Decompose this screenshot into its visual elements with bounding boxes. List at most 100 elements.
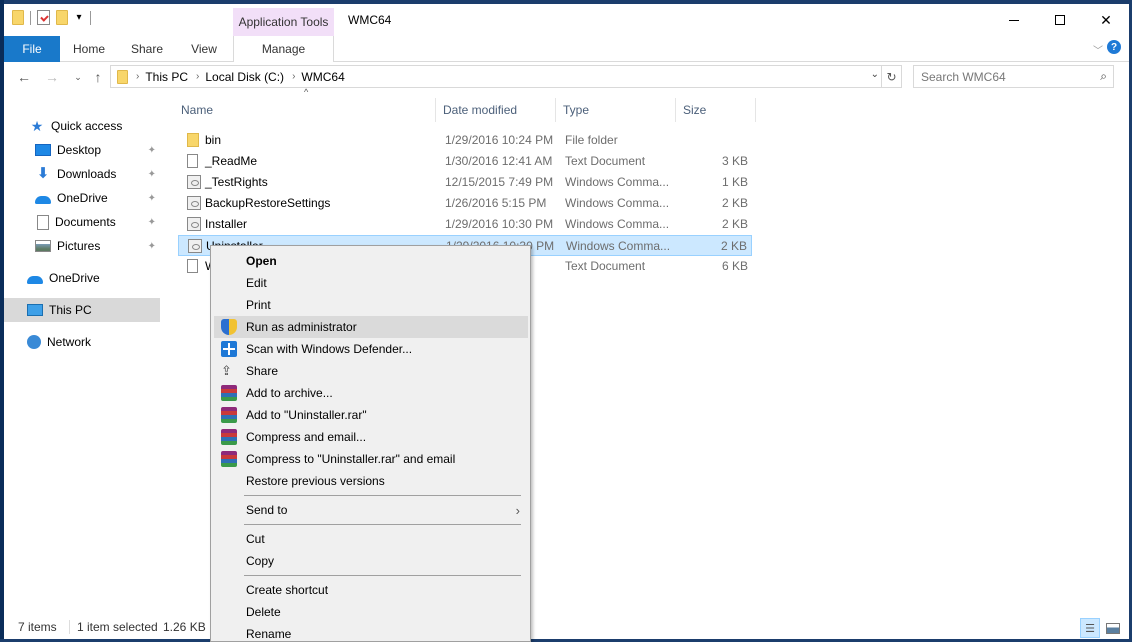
- text-file-icon: [187, 154, 198, 168]
- menu-item-scan-defender[interactable]: Scan with Windows Defender...: [214, 338, 528, 360]
- menu-item-share[interactable]: ⇪ Share: [214, 360, 528, 382]
- tab-view[interactable]: View: [176, 36, 232, 62]
- sidebar-item-network[interactable]: Network: [4, 330, 160, 354]
- menu-item-add-to-rar[interactable]: Add to "Uninstaller.rar": [214, 404, 528, 426]
- desktop-icon: [35, 144, 51, 156]
- menu-item-label: Send to: [246, 503, 288, 517]
- column-header-date[interactable]: Date modified: [436, 98, 556, 122]
- menu-separator: [244, 575, 521, 576]
- customize-toolbar-icon[interactable]: ▾: [74, 12, 84, 23]
- expand-ribbon-icon[interactable]: ﹀: [1093, 42, 1103, 57]
- large-icons-view-button[interactable]: [1103, 618, 1123, 638]
- onedrive-icon: [27, 275, 43, 284]
- sidebar-item-downloads[interactable]: ⬇ Downloads ✦: [4, 162, 160, 186]
- maximize-button[interactable]: [1037, 4, 1083, 36]
- menu-item-print[interactable]: Print: [214, 294, 528, 316]
- tab-file[interactable]: File: [4, 36, 60, 62]
- sidebar-item-label: OneDrive: [49, 271, 100, 285]
- breadcrumb-separator[interactable]: ›: [292, 71, 295, 82]
- file-row[interactable]: _ReadMe 1/30/2016 12:41 AM Text Document…: [178, 151, 752, 172]
- breadcrumb-separator[interactable]: ›: [136, 71, 139, 82]
- sidebar-item-desktop[interactable]: Desktop ✦: [4, 138, 160, 162]
- menu-item-cut[interactable]: Cut: [214, 528, 528, 550]
- column-header-name[interactable]: Name: [174, 98, 436, 122]
- menu-item-label: Add to archive...: [246, 386, 333, 400]
- file-size: 2 KB: [721, 196, 748, 210]
- sidebar-item-documents[interactable]: Documents ✦: [4, 210, 160, 234]
- forward-button[interactable]: →: [42, 67, 62, 87]
- breadcrumb-this-pc[interactable]: This PC: [145, 70, 188, 84]
- file-date: 1/29/2016 10:30 PM: [445, 217, 554, 231]
- file-size: 2 KB: [721, 217, 748, 231]
- sidebar-item-quick-access[interactable]: ★ Quick access: [4, 114, 160, 138]
- breadcrumb-separator[interactable]: ›: [196, 71, 199, 82]
- refresh-button[interactable]: ↻: [881, 66, 901, 87]
- sidebar-item-this-pc[interactable]: This PC: [4, 298, 160, 322]
- sidebar-item-label: Documents: [55, 215, 116, 229]
- sidebar-item-label: OneDrive: [57, 191, 108, 205]
- help-icon[interactable]: ?: [1107, 40, 1121, 54]
- folder-icon[interactable]: [12, 10, 24, 25]
- address-bar[interactable]: › This PC › Local Disk (C:) › WMC64 ⌄ ↻: [110, 65, 902, 88]
- star-icon: ★: [30, 118, 44, 134]
- column-header-type[interactable]: Type: [556, 98, 676, 122]
- file-row[interactable]: _TestRights 12/15/2015 7:49 PM Windows C…: [178, 172, 752, 193]
- menu-item-edit[interactable]: Edit: [214, 272, 528, 294]
- menu-item-open[interactable]: Open: [214, 250, 528, 272]
- sidebar-item-label: Downloads: [57, 167, 117, 181]
- menu-separator: [244, 524, 521, 525]
- file-row[interactable]: Installer 1/29/2016 10:30 PM Windows Com…: [178, 214, 752, 235]
- details-view-button[interactable]: ☰: [1080, 618, 1100, 638]
- column-header-size[interactable]: Size: [676, 98, 756, 122]
- tab-manage[interactable]: Manage: [233, 36, 334, 62]
- pin-icon[interactable]: ✦: [148, 241, 156, 252]
- pin-icon[interactable]: ✦: [148, 169, 156, 180]
- sidebar-item-label: This PC: [49, 303, 92, 317]
- sidebar-item-onedrive-pinned[interactable]: OneDrive ✦: [4, 186, 160, 210]
- file-row[interactable]: BackupRestoreSettings 1/26/2016 5:15 PM …: [178, 193, 752, 214]
- batch-file-icon: [187, 196, 201, 210]
- documents-icon: [37, 214, 49, 230]
- search-box[interactable]: Search WMC64 ⌕: [913, 65, 1114, 88]
- pin-icon[interactable]: ✦: [148, 145, 156, 156]
- menu-item-compress-rar-email[interactable]: Compress to "Uninstaller.rar" and email: [214, 448, 528, 470]
- maximize-icon: [1055, 15, 1065, 25]
- menu-item-copy[interactable]: Copy: [214, 550, 528, 572]
- menu-item-run-as-administrator[interactable]: Run as administrator: [214, 316, 528, 338]
- pin-icon[interactable]: ✦: [148, 193, 156, 204]
- menu-item-delete[interactable]: Delete: [214, 601, 528, 623]
- file-row[interactable]: bin 1/29/2016 10:24 PM File folder: [178, 130, 752, 151]
- menu-item-label: Compress and email...: [246, 430, 367, 444]
- properties-icon[interactable]: [37, 10, 50, 25]
- recent-locations-button[interactable]: ⌄: [68, 67, 88, 87]
- search-icon[interactable]: ⌕: [1100, 69, 1107, 84]
- menu-item-create-shortcut[interactable]: Create shortcut: [214, 579, 528, 601]
- sidebar-item-label: Pictures: [57, 239, 101, 253]
- close-button[interactable]: ✕: [1083, 4, 1129, 36]
- address-dropdown-icon[interactable]: ⌄: [871, 69, 879, 80]
- menu-item-rename[interactable]: Rename: [214, 623, 528, 642]
- menu-item-compress-email[interactable]: Compress and email...: [214, 426, 528, 448]
- back-button[interactable]: ←: [14, 67, 34, 87]
- menu-item-send-to[interactable]: Send to ›: [214, 499, 528, 521]
- search-placeholder[interactable]: Search WMC64: [921, 70, 1006, 84]
- menu-item-restore-previous-versions[interactable]: Restore previous versions: [214, 470, 528, 492]
- tab-home[interactable]: Home: [60, 36, 118, 62]
- breadcrumb-wmc64[interactable]: WMC64: [301, 70, 344, 84]
- menu-item-add-to-archive[interactable]: Add to archive...: [214, 382, 528, 404]
- tab-share[interactable]: Share: [118, 36, 176, 62]
- pin-icon[interactable]: ✦: [148, 217, 156, 228]
- menu-item-label: Cut: [246, 532, 265, 546]
- breadcrumb-local-disk[interactable]: Local Disk (C:): [205, 70, 284, 84]
- sidebar-item-onedrive[interactable]: OneDrive: [4, 266, 160, 290]
- file-type: Windows Comma...: [566, 239, 671, 253]
- sidebar-item-label: Quick access: [51, 119, 123, 133]
- minimize-button[interactable]: [991, 4, 1037, 36]
- sidebar-item-label: Network: [47, 335, 92, 349]
- up-button[interactable]: ↑: [88, 67, 108, 87]
- new-folder-icon[interactable]: [56, 10, 68, 25]
- context-menu: Open Edit Print Run as administrator Sca…: [210, 245, 531, 642]
- selection-count: 1 item selected: [77, 620, 158, 634]
- menu-item-label: Scan with Windows Defender...: [246, 342, 413, 356]
- sidebar-item-pictures[interactable]: Pictures ✦: [4, 234, 160, 258]
